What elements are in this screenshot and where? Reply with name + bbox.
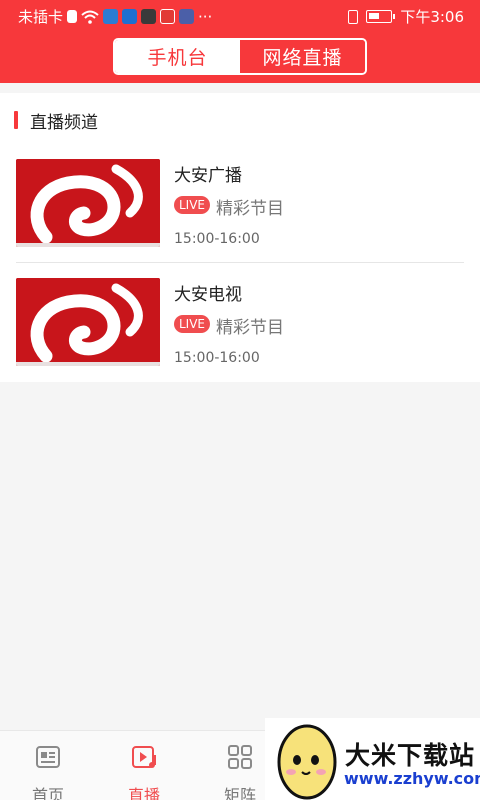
program-title: 精彩节目: [216, 318, 284, 338]
program-time: 15:00-16:00: [174, 231, 260, 247]
tab-live[interactable]: 直播: [114, 743, 174, 800]
tab-label: 首页: [31, 786, 64, 800]
section-header: 直播频道: [14, 111, 98, 133]
grid-icon: [228, 745, 252, 769]
channel-item-radio[interactable]: 大安广播 LIVE 精彩节目 15:00-16:00: [0, 158, 480, 258]
live-badge: LIVE: [174, 315, 210, 333]
app-notification-icon: [103, 9, 119, 24]
battery-icon: [366, 10, 396, 23]
app-header: 未插卡 ··· 下午3:06 手机台 网络直播: [0, 0, 480, 83]
sim-icon: [67, 10, 78, 23]
station-logo-icon: [16, 278, 160, 366]
station-logo-icon: [16, 159, 160, 247]
tab-label: 矩阵: [223, 786, 256, 800]
clock: 下午3:06: [400, 8, 464, 26]
tab-home[interactable]: 首页: [18, 743, 78, 800]
mascot-logo-icon: [277, 724, 337, 800]
tab-mobile-station[interactable]: 手机台: [115, 40, 240, 73]
program-title: 精彩节目: [216, 199, 284, 219]
tab-network-live[interactable]: 网络直播: [240, 40, 365, 73]
live-video-icon: [132, 746, 156, 768]
watermark-title: 大米下载站: [345, 741, 476, 770]
channel-name: 大安广播: [174, 166, 242, 186]
status-bar: 未插卡 ··· 下午3:06: [0, 0, 480, 32]
program-time: 15:00-16:00: [174, 350, 260, 366]
wifi-icon: [81, 10, 99, 24]
app-notification-icon: [141, 9, 157, 24]
site-watermark: 大米下载站 www.zzhyw.com: [265, 718, 480, 800]
channel-name: 大安电视: [174, 285, 242, 305]
vibrate-icon: [348, 9, 359, 24]
tab-label: 直播: [127, 786, 160, 800]
row-divider: [16, 262, 464, 263]
tab-matrix[interactable]: 矩阵: [210, 743, 270, 800]
live-badge: LIVE: [174, 196, 210, 214]
channel-thumbnail: [16, 159, 160, 247]
channel-thumbnail: [16, 278, 160, 366]
more-notifications: ···: [198, 7, 213, 26]
carrier-text: 未插卡: [18, 8, 64, 26]
app-notification-icon: [179, 9, 195, 24]
app-notification-icon: [160, 9, 176, 24]
news-icon: [36, 746, 60, 768]
channel-item-tv[interactable]: 大安电视 LIVE 精彩节目 15:00-16:00: [0, 277, 480, 377]
section-title: 直播频道: [30, 112, 98, 133]
source-switch: 手机台 网络直播: [113, 38, 367, 75]
watermark-url: www.zzhyw.com: [344, 769, 480, 788]
section-accent-bar: [14, 111, 18, 129]
app-notification-icon: [122, 9, 138, 24]
